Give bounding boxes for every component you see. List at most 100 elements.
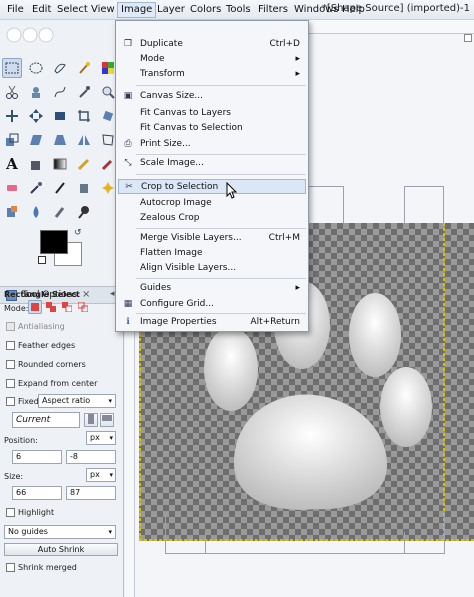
color-picker-tool-icon[interactable] (74, 82, 94, 102)
text-tool-icon[interactable]: A (2, 154, 22, 174)
landscape-button[interactable] (100, 413, 114, 427)
selection-handle-bottom-mid[interactable] (205, 532, 405, 554)
clone-tool-icon[interactable] (74, 178, 94, 198)
menu-edit[interactable]: Edit (29, 3, 54, 17)
selection-handle-bottom-left[interactable] (165, 514, 205, 554)
menu-item-duplicate[interactable]: ❐ Duplicate Ctrl+D (118, 37, 306, 52)
scale-tool-icon[interactable] (2, 130, 22, 150)
menu-item-mode[interactable]: Mode ▸ (118, 52, 306, 67)
tab-close-icon[interactable]: × (82, 289, 90, 300)
perspective-clone-tool-icon[interactable] (2, 202, 22, 222)
menu-view[interactable]: View (88, 3, 118, 17)
feather-edges-checkbox[interactable] (6, 341, 15, 350)
fixed-mode-select[interactable]: Aspect ratio ▾ (38, 394, 116, 408)
menu-image[interactable]: Image (117, 2, 157, 18)
position-unit-select[interactable]: px ▾ (86, 431, 116, 445)
move-tool-icon[interactable] (26, 106, 46, 126)
eraser-tool-icon[interactable] (2, 178, 22, 198)
menu-select[interactable]: Select (54, 3, 91, 17)
blur-tool-icon[interactable] (26, 202, 46, 222)
selection-handle-top-right[interactable] (404, 186, 444, 223)
menu-item-autocrop[interactable]: Autocrop Image (118, 196, 306, 211)
rounded-corners-checkbox[interactable] (6, 360, 15, 369)
free-select-tool-icon[interactable] (50, 58, 70, 78)
menu-file[interactable]: File (4, 3, 27, 17)
menu-colors[interactable]: Colors (187, 3, 224, 17)
mode-intersect-icon[interactable] (76, 300, 90, 314)
menu-item-fit-canvas-layers[interactable]: Fit Canvas to Layers (118, 106, 306, 121)
size-height-input[interactable]: 87 (66, 486, 116, 500)
smudge-tool-icon[interactable] (50, 202, 70, 222)
position-y-input[interactable]: -8 (66, 450, 116, 464)
mode-add-icon[interactable] (44, 300, 58, 314)
position-x-value: 6 (16, 452, 22, 461)
canvas-size-label: Canvas Size... (140, 91, 203, 101)
selection-handle-bottom-right[interactable] (405, 514, 445, 554)
expand-from-center-checkbox[interactable] (6, 379, 15, 388)
menu-item-transform[interactable]: Transform ▸ (118, 67, 306, 82)
menu-filters[interactable]: Filters (255, 3, 291, 17)
portrait-button[interactable] (84, 413, 98, 427)
mouse-cursor-icon (226, 181, 238, 203)
menu-item-scale-image[interactable]: ⤡ Scale Image... (118, 156, 306, 171)
blend-tool-icon[interactable] (50, 154, 70, 174)
fixed-checkbox[interactable] (6, 397, 15, 406)
menu-item-align-visible[interactable]: Align Visible Layers... (118, 261, 306, 276)
airbrush-tool-icon[interactable] (26, 178, 46, 198)
menu-item-image-properties[interactable]: ℹ Image Properties Alt+Return (118, 315, 306, 330)
menu-item-flatten[interactable]: Flatten Image (118, 246, 306, 261)
ink-tool-icon[interactable] (50, 178, 70, 198)
size-unit-select[interactable]: px ▾ (86, 468, 116, 482)
grid-icon: ▦ (123, 299, 133, 309)
menu-layer[interactable]: Layer (154, 3, 188, 17)
highlight-checkbox[interactable] (6, 508, 15, 517)
tab-menu-icon[interactable]: ◂ (110, 289, 115, 299)
menubar: File Edit Select View Image Layer Colors… (0, 0, 474, 20)
duplicate-label: Duplicate (140, 39, 183, 49)
shear-tool-icon[interactable] (26, 130, 46, 150)
foreground-color-swatch[interactable] (40, 230, 68, 254)
paths-tool-icon[interactable] (50, 82, 70, 102)
current-ratio-field[interactable]: Current (12, 412, 80, 428)
guides-select[interactable]: No guides ▾ (4, 525, 116, 539)
crop-to-selection-label: Crop to Selection (141, 182, 219, 192)
crop-tool-icon[interactable] (74, 106, 94, 126)
ellipse-select-tool-icon[interactable] (26, 58, 46, 78)
chevron-down-icon: ▾ (109, 471, 113, 479)
position-x-input[interactable]: 6 (12, 450, 62, 464)
rect-select-tool-icon[interactable] (2, 58, 22, 78)
menu-item-zealous-crop[interactable]: Zealous Crop (118, 211, 306, 226)
auto-shrink-button[interactable]: Auto Shrink (4, 543, 118, 556)
perspective-tool-icon[interactable] (50, 130, 70, 150)
menu-tools[interactable]: Tools (223, 3, 254, 17)
swap-colors-icon[interactable]: ↺ (74, 228, 82, 238)
menu-item-print-size[interactable]: ⎙ Print Size... (118, 137, 306, 152)
antialiasing-checkbox[interactable] (6, 322, 15, 331)
mode-subtract-icon[interactable] (60, 300, 74, 314)
menu-item-merge-visible[interactable]: Merge Visible Layers... Ctrl+M (118, 231, 306, 246)
chevron-down-icon: ▾ (108, 528, 112, 536)
shrink-merged-checkbox[interactable] (6, 563, 15, 572)
menu-item-guides[interactable]: Guides ▸ (118, 281, 306, 296)
bucket-fill-tool-icon[interactable] (26, 154, 46, 174)
menu-item-crop-to-selection[interactable]: ✂ Crop to Selection (118, 179, 306, 194)
fuzzy-select-tool-icon[interactable] (74, 58, 94, 78)
dodge-burn-tool-icon[interactable] (74, 202, 94, 222)
menu-item-canvas-size[interactable]: ▣ Canvas Size... (118, 89, 306, 104)
default-colors-icon[interactable] (38, 256, 46, 264)
align-tool-icon[interactable] (50, 106, 70, 126)
mode-label: Mode: (4, 304, 29, 313)
mode-replace-icon[interactable] (28, 300, 42, 314)
size-width-input[interactable]: 66 (12, 486, 62, 500)
image-menu-dropdown: ❐ Duplicate Ctrl+D Mode ▸ Transform ▸ ▣ … (115, 20, 309, 332)
pencil-tool-icon[interactable] (74, 154, 94, 174)
scissors-tool-icon[interactable] (2, 82, 22, 102)
menu-item-fit-canvas-selection[interactable]: Fit Canvas to Selection (118, 121, 306, 136)
flip-tool-icon[interactable] (74, 130, 94, 150)
menu-item-configure-grid[interactable]: ▦ Configure Grid... (118, 297, 306, 312)
scale-icon: ⤡ (124, 158, 132, 168)
highlight-label: Highlight (18, 508, 55, 517)
foreground-select-tool-icon[interactable] (26, 82, 46, 102)
measure-tool-icon[interactable] (2, 106, 22, 126)
navigate-icon[interactable] (464, 34, 472, 42)
